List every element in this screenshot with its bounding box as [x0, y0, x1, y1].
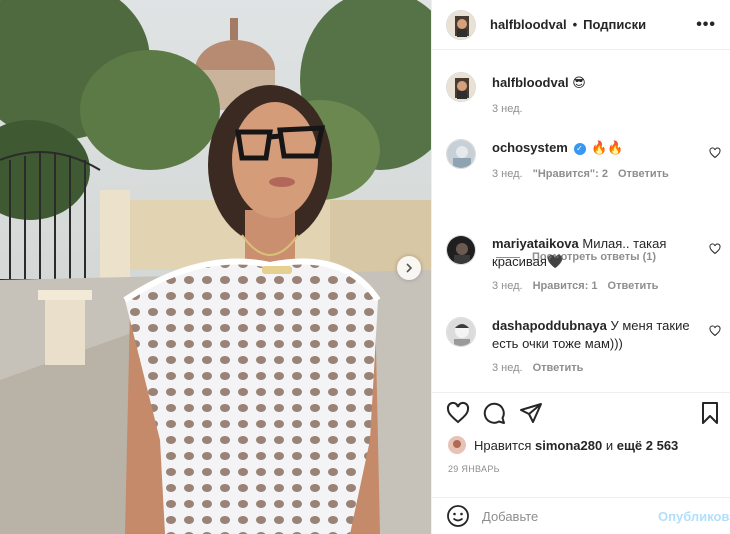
comments-list: halfbloodval 😎 3 нед. ochosystem ✓ 🔥🔥 3 … [432, 51, 730, 391]
reply-button[interactable]: Ответить [608, 280, 659, 292]
comment-text-row: dashapoddubnaya У меня такие есть очки т… [492, 317, 701, 353]
likes-middle: и [605, 437, 614, 453]
likes-prefix: Нравится [474, 437, 532, 453]
publish-button[interactable]: Опубликовать [658, 509, 730, 524]
chevron-right-icon [404, 263, 414, 273]
comment-text: 🔥🔥 [591, 140, 624, 155]
comment-bubble-icon[interactable] [482, 401, 506, 425]
likes-summary: Нравится simona280 и ещё 2 563 [448, 436, 678, 454]
comment-text-row: mariyataikova Милая.. такая красивая🖤 [492, 235, 701, 271]
caption-meta: 3 нед. [492, 103, 523, 115]
comment-meta: 3 нед. "Нравится": 2 Ответить [492, 168, 669, 180]
verified-badge-icon: ✓ [573, 142, 586, 155]
commenter-avatar[interactable] [446, 317, 476, 347]
reply-button[interactable]: Ответить [618, 168, 669, 180]
likes-count[interactable]: ещё 2 563 [617, 438, 679, 453]
author-avatar[interactable] [446, 9, 476, 40]
commenter-avatar[interactable] [446, 235, 476, 265]
comment-text-row: ochosystem ✓ 🔥🔥 [492, 139, 701, 157]
commenter-avatar[interactable] [446, 139, 476, 169]
comment-time[interactable]: 3 нед. [492, 362, 523, 374]
liker-avatar[interactable] [448, 436, 466, 454]
share-send-icon[interactable] [519, 401, 543, 425]
comment-username[interactable]: dashapoddubnaya [492, 318, 607, 333]
caption-avatar[interactable] [446, 72, 476, 102]
author-username[interactable]: halfbloodval [490, 17, 567, 32]
following-button[interactable]: Подписки [583, 17, 646, 32]
photo-illustration [0, 0, 431, 534]
post-date[interactable]: 29 ЯНВАРЬ [448, 464, 500, 474]
like-heart-icon[interactable] [446, 401, 470, 425]
like-comment-heart-icon[interactable] [709, 147, 721, 159]
post-header: halfbloodval • Подписки ••• [432, 0, 730, 50]
like-comment-heart-icon[interactable] [709, 243, 721, 255]
comment-likes[interactable]: Нравится: 1 [533, 280, 598, 292]
reply-button[interactable]: Ответить [533, 362, 584, 374]
comment-input[interactable] [482, 508, 658, 524]
post-sidebar: halfbloodval • Подписки ••• halfbloodval… [431, 0, 730, 534]
comment-username[interactable]: mariyataikova [492, 236, 579, 251]
post-photo [0, 0, 431, 534]
add-comment-bar: Опубликовать [432, 497, 730, 534]
separator-dot: • [572, 17, 578, 32]
caption-text-row: halfbloodval 😎 [492, 74, 701, 92]
bookmark-icon[interactable] [698, 401, 722, 425]
caption-text: 😎 [572, 75, 586, 90]
comment-time[interactable]: 3 нед. [492, 168, 523, 180]
caption-time[interactable]: 3 нед. [492, 103, 523, 115]
comment-time[interactable]: 3 нед. [492, 280, 523, 292]
comment-likes[interactable]: "Нравится": 2 [533, 168, 608, 180]
more-horizontal-icon[interactable]: ••• [696, 16, 716, 34]
caption-username[interactable]: halfbloodval [492, 75, 569, 90]
comment-meta: 3 нед. Ответить [492, 362, 583, 374]
next-photo-button[interactable] [397, 256, 421, 280]
comment-meta: 3 нед. Нравится: 1 Ответить [492, 280, 658, 292]
liker-username[interactable]: simona280 [535, 438, 602, 453]
comment-username[interactable]: ochosystem [492, 140, 568, 155]
like-comment-heart-icon[interactable] [709, 325, 721, 337]
emoji-icon[interactable] [446, 504, 470, 528]
action-bar [432, 392, 730, 432]
